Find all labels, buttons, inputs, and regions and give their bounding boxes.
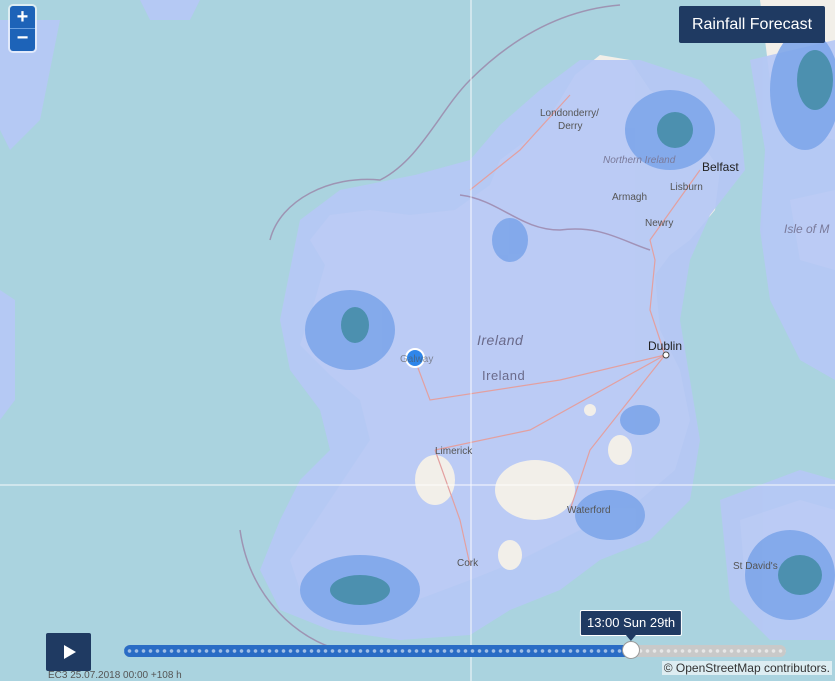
zoom-in-button[interactable]: + [10, 6, 35, 28]
rain-light-layer [0, 0, 835, 640]
model-run-info: EC3 25.07.2018 00:00 +108 h [48, 670, 182, 681]
city-label-dublin: Dublin [648, 339, 683, 353]
city-label-limerick: Limerick [435, 446, 473, 457]
city-label-st-davids: St David's [733, 561, 778, 572]
rainfall-forecast-button[interactable]: Rainfall Forecast [679, 6, 825, 43]
zoom-out-button[interactable]: − [10, 28, 35, 51]
country-label-secondary: Ireland [482, 368, 526, 383]
map-view[interactable]: Ireland Ireland Northern Ireland Isle of… [0, 0, 835, 681]
map-attribution[interactable]: © OpenStreetMap contributors. [661, 661, 832, 675]
timeline-handle[interactable] [622, 641, 641, 659]
city-label-newry: Newry [645, 218, 674, 229]
city-label-londonderry: Londonderry/ [540, 108, 599, 119]
play-button[interactable] [46, 633, 91, 671]
region-label-isle-of-man: Isle of M [784, 222, 830, 236]
city-label-derry: Derry [558, 121, 583, 132]
city-label-cork: Cork [457, 558, 479, 569]
map-canvas [0, 0, 835, 681]
city-label-waterford: Waterford [567, 505, 611, 516]
timeline-slider[interactable] [124, 645, 786, 657]
zoom-control: + − [10, 6, 35, 51]
region-label-northern-ireland: Northern Ireland [603, 155, 676, 166]
timeline-step-dots [124, 645, 786, 657]
city-label-galway: Galway [400, 354, 434, 365]
country-label: Ireland [477, 332, 524, 348]
city-label-armagh: Armagh [612, 192, 648, 203]
timeline-time-label: 13:00 Sun 29th [579, 610, 683, 641]
city-label-belfast: Belfast [702, 160, 739, 174]
city-label-lisburn: Lisburn [670, 182, 703, 193]
play-icon [64, 645, 76, 659]
